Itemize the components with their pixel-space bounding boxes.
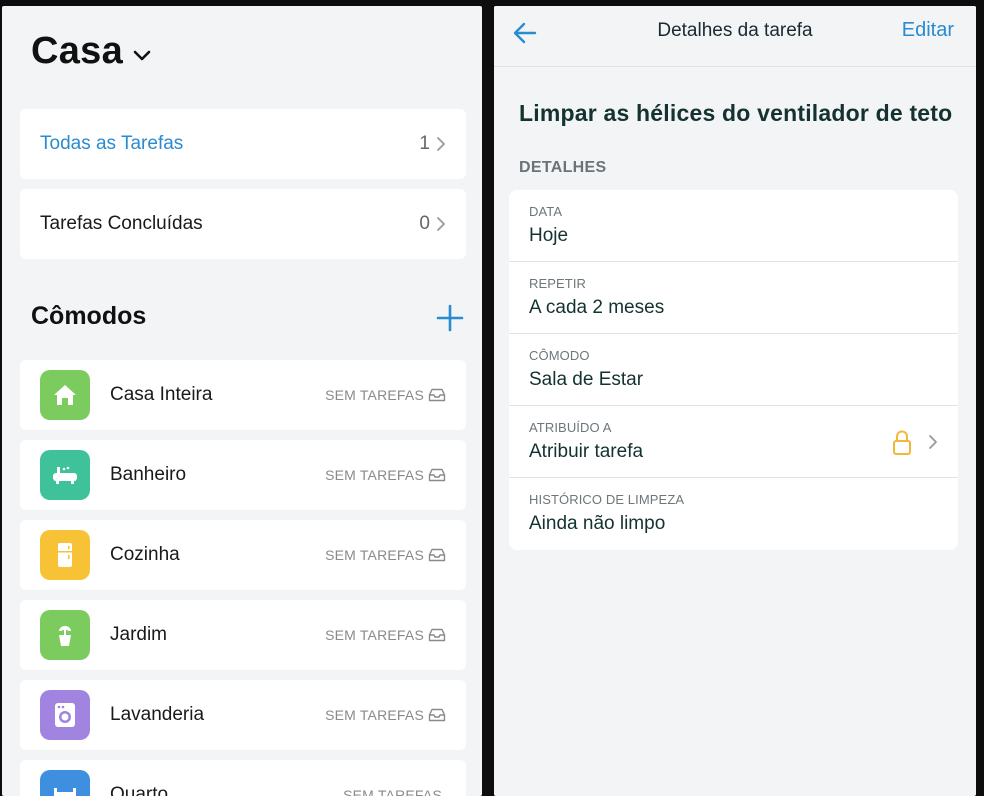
detail-label: CÔMODO — [529, 348, 590, 363]
detail-row-date[interactable]: DATA Hoje — [509, 190, 958, 262]
chevron-right-icon — [437, 217, 445, 231]
room-status: SEM TAREFAS — [325, 627, 424, 643]
room-name: Lavanderia — [110, 704, 205, 725]
home-screen: Casa Todas as Tarefas 1 Tarefas Concluíd… — [2, 6, 482, 796]
home-title: Casa — [31, 30, 124, 72]
detail-row-history[interactable]: HISTÓRICO DE LIMPEZA Ainda não limpo — [509, 478, 958, 550]
room-item-quarto[interactable]: Quarto SEM TAREFAS — [20, 760, 466, 796]
detail-label: REPETIR — [529, 276, 587, 291]
edit-button[interactable]: Editar — [902, 19, 954, 42]
completed-tasks-label: Tarefas Concluídas — [40, 213, 203, 234]
lock-icon — [893, 430, 911, 455]
washing-machine-icon — [40, 690, 90, 740]
room-status: SEM TAREFAS — [325, 547, 424, 563]
room-item-banheiro[interactable]: Banheiro SEM TAREFAS — [20, 440, 466, 510]
detail-row-assigned[interactable]: ATRIBUÍDO A Atribuir tarefa — [509, 406, 958, 478]
completed-tasks-item[interactable]: Tarefas Concluídas 0 — [20, 189, 466, 259]
room-item-lavanderia[interactable]: Lavanderia SEM TAREFAS — [20, 680, 466, 750]
all-tasks-count: 1 — [419, 133, 430, 154]
bathtub-icon — [40, 450, 90, 500]
task-detail-screen: Detalhes da tarefa Editar Limpar as héli… — [494, 6, 976, 796]
details-card: DATA Hoje REPETIR A cada 2 meses CÔMODO … — [509, 190, 958, 550]
room-item-cozinha[interactable]: Cozinha SEM TAREFAS — [20, 520, 466, 590]
detail-value: Sala de Estar — [529, 369, 644, 390]
completed-tasks-count: 0 — [419, 213, 430, 234]
all-tasks-item[interactable]: Todas as Tarefas 1 — [20, 109, 466, 179]
room-name: Banheiro — [110, 464, 187, 485]
room-name: Jardim — [110, 624, 168, 645]
fridge-icon — [40, 530, 90, 580]
inbox-icon — [428, 548, 446, 562]
room-status: SEM TAREFAS — [325, 467, 424, 483]
detail-value: A cada 2 meses — [529, 297, 665, 318]
house-icon — [40, 370, 90, 420]
details-section-label: DETALHES — [519, 159, 607, 176]
plant-icon — [40, 610, 90, 660]
detail-value: Ainda não limpo — [529, 513, 666, 534]
inbox-icon — [428, 708, 446, 722]
room-status: SEM TAREFAS — [325, 387, 424, 403]
detail-label: HISTÓRICO DE LIMPEZA — [529, 492, 685, 507]
chevron-right-icon — [437, 137, 445, 151]
room-status: SEM TAREFAS — [343, 787, 442, 796]
inbox-icon — [428, 388, 446, 402]
rooms-section-title: Cômodos — [31, 302, 147, 330]
task-title: Limpar as hélices do ventilador de teto — [519, 100, 953, 126]
room-name: Cozinha — [110, 544, 180, 565]
room-name: Casa Inteira — [110, 384, 213, 405]
inbox-icon — [428, 628, 446, 642]
all-tasks-label: Todas as Tarefas — [40, 133, 184, 154]
room-item-casa-inteira[interactable]: Casa Inteira SEM TAREFAS — [20, 360, 466, 430]
detail-row-repeat[interactable]: REPETIR A cada 2 meses — [509, 262, 958, 334]
detail-label: DATA — [529, 204, 563, 219]
detail-value: Hoje — [529, 225, 569, 246]
room-status: SEM TAREFAS — [325, 707, 424, 723]
room-name: Quarto — [110, 784, 169, 796]
inbox-icon — [428, 468, 446, 482]
home-selector[interactable]: Casa — [31, 30, 151, 73]
add-room-button[interactable] — [435, 303, 465, 333]
room-item-jardim[interactable]: Jardim SEM TAREFAS — [20, 600, 466, 670]
detail-row-room[interactable]: CÔMODO Sala de Estar — [509, 334, 958, 406]
top-bar: Detalhes da tarefa Editar — [494, 6, 976, 67]
chevron-right-icon — [929, 435, 937, 449]
chevron-down-icon — [133, 50, 151, 60]
bed-icon — [40, 770, 90, 796]
